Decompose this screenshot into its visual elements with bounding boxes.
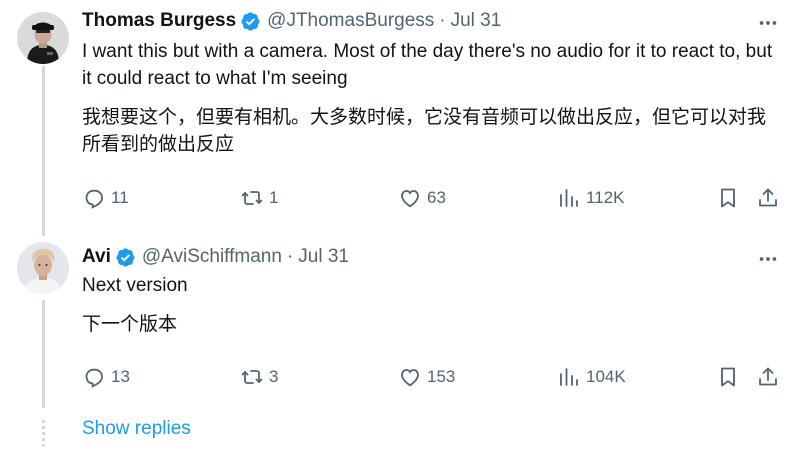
views-button[interactable]: 104K (557, 365, 626, 389)
separator-dot: · (286, 246, 294, 267)
like-icon (401, 369, 419, 387)
display-name[interactable]: Thomas Burgess (82, 10, 236, 32)
timestamp[interactable]: Jul 31 (298, 246, 349, 268)
repost-icon (241, 191, 263, 205)
like-icon (401, 190, 419, 208)
like-count: 153 (427, 367, 456, 386)
share-button[interactable] (756, 365, 780, 389)
avatar[interactable] (17, 242, 69, 294)
bookmark-icon (721, 367, 735, 387)
tweet-text-translation: 我想要这个，但要有相机。大多数时候，它没有音频可以做出反应，但它可以对我所看到的… (82, 106, 767, 155)
verified-badge-icon (116, 247, 135, 267)
separator-dot: · (439, 10, 446, 31)
like-count: 63 (427, 188, 446, 207)
reply-icon (85, 368, 103, 388)
tweet-text: Next version (82, 275, 188, 296)
timestamp[interactable]: Jul 31 (451, 10, 502, 32)
tweet-header: Thomas Burgess @JThomasBurgess · Jul 31 (82, 10, 501, 32)
views-count: 104K (586, 367, 626, 386)
tweet-actions: 11 1 63 112K (82, 186, 782, 212)
tweet-text-translation: 下一个版本 (82, 313, 178, 335)
repost-count: 1 (269, 188, 279, 207)
repost-icon (241, 370, 263, 384)
reply-button[interactable]: 11 (82, 186, 129, 210)
more-icon[interactable] (757, 12, 779, 34)
show-replies-link[interactable]: Show replies (82, 418, 191, 440)
repost-count: 3 (269, 367, 279, 386)
display-name[interactable]: Avi (82, 246, 111, 268)
share-icon (759, 188, 777, 207)
bookmark-button[interactable] (716, 365, 740, 389)
avatar-image (17, 12, 69, 64)
tweet-text: I want this but with a camera. Most of t… (82, 41, 773, 89)
tweet: Thomas Burgess @JThomasBurgess · Jul 31 … (0, 0, 805, 236)
reply-count: 11 (111, 188, 129, 207)
bookmark-icon (721, 188, 735, 208)
more-icon[interactable] (757, 248, 779, 270)
handle[interactable]: @JThomasBurgess (267, 10, 434, 32)
avatar-image (17, 242, 69, 294)
avatar[interactable] (17, 12, 69, 64)
reply-button[interactable]: 13 (82, 365, 130, 389)
handle[interactable]: @AviSchiffmann (142, 246, 282, 268)
views-icon (560, 368, 578, 386)
tweet-header: Avi @AviSchiffmann · Jul 31 (82, 246, 349, 268)
reply-icon (85, 189, 103, 209)
tweet: Avi @AviSchiffmann · Jul 31 Next version… (0, 236, 805, 406)
thread-dots (42, 420, 45, 446)
tweet-actions: 13 3 153 104K (82, 365, 782, 391)
views-count: 112K (586, 188, 625, 207)
bookmark-button[interactable] (716, 186, 740, 210)
repost-button[interactable]: 3 (240, 365, 278, 389)
repost-button[interactable]: 1 (240, 186, 278, 210)
like-button[interactable]: 63 (398, 186, 446, 210)
verified-badge-icon (241, 11, 260, 31)
views-icon (560, 189, 578, 207)
share-icon (759, 367, 777, 386)
views-button[interactable]: 112K (557, 186, 624, 210)
like-button[interactable]: 153 (398, 365, 455, 389)
reply-count: 13 (111, 367, 130, 386)
share-button[interactable] (756, 186, 780, 210)
